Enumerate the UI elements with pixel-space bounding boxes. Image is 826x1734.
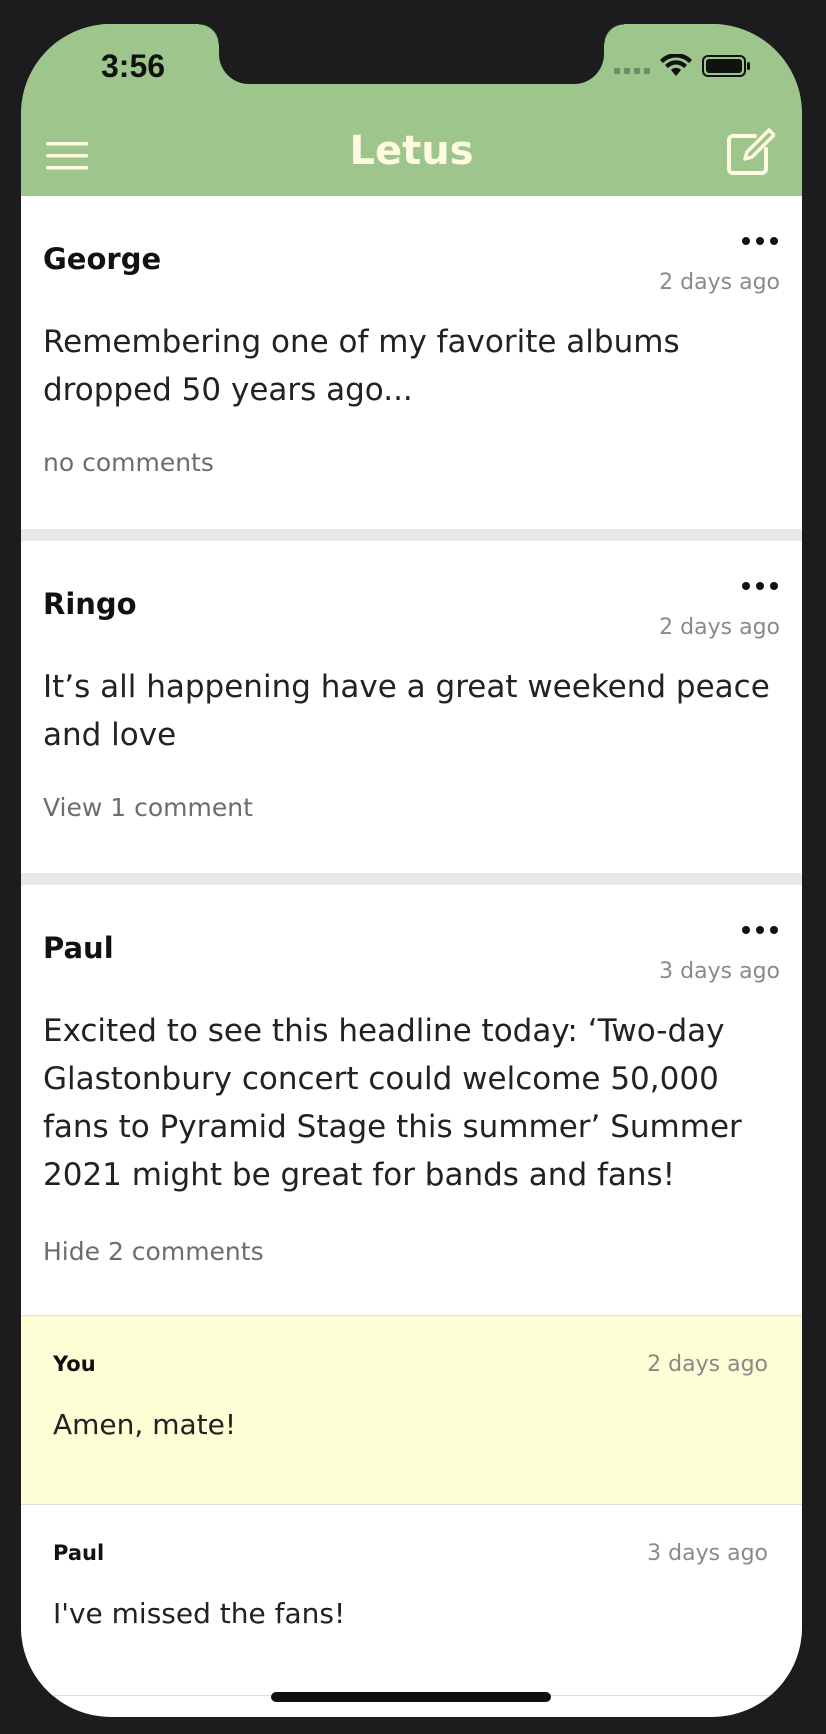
post-timestamp: 3 days ago <box>659 959 780 984</box>
more-options-icon[interactable] <box>740 576 780 596</box>
comment-item: You 2 days ago Amen, mate! <box>21 1315 802 1504</box>
post-author: Ringo <box>43 587 137 621</box>
more-options-icon[interactable] <box>740 920 780 940</box>
cellular-signal-icon <box>614 68 650 74</box>
post-timestamp: 2 days ago <box>659 270 780 295</box>
home-indicator[interactable] <box>271 1692 551 1702</box>
status-time: 3:56 <box>101 48 166 84</box>
post-divider <box>21 873 802 885</box>
device-frame: 3:56 Letus George 2 days ago Remembering… <box>0 0 826 1734</box>
wifi-icon <box>660 54 692 76</box>
post-card: George 2 days ago Remembering one of my … <box>21 196 802 529</box>
device-notch <box>199 24 624 84</box>
post-text: It’s all happening have a great weekend … <box>43 669 770 753</box>
comment-timestamp: 3 days ago <box>647 1541 768 1566</box>
post-timestamp: 2 days ago <box>659 615 780 640</box>
comments-link[interactable]: Hide 2 comments <box>43 1237 264 1266</box>
status-icons <box>614 54 752 78</box>
comment-author: You <box>53 1352 96 1376</box>
comment-timestamp: 2 days ago <box>647 1352 768 1377</box>
app-title: Letus <box>349 128 474 174</box>
more-options-icon[interactable] <box>740 231 780 251</box>
post-author: Paul <box>43 931 114 965</box>
compose-icon[interactable] <box>725 127 775 177</box>
post-card: Paul 3 days ago Excited to see this head… <box>21 885 802 1315</box>
app-screen: 3:56 Letus George 2 days ago Remembering… <box>21 24 802 1717</box>
comment-text: I've missed the fans! <box>53 1597 346 1630</box>
post-author: George <box>43 242 162 276</box>
comment-text: Amen, mate! <box>53 1408 237 1441</box>
battery-icon <box>702 55 750 77</box>
post-divider <box>21 529 802 541</box>
post-text: Excited to see this headline today: ‘Two… <box>43 1013 742 1193</box>
comment-item: Paul 3 days ago I've missed the fans! <box>21 1504 802 1696</box>
comments-link[interactable]: no comments <box>43 448 214 477</box>
feed: George 2 days ago Remembering one of my … <box>21 196 802 1696</box>
post-card: Ringo 2 days ago It’s all happening have… <box>21 541 802 873</box>
post-text: Remembering one of my favorite albums dr… <box>43 324 680 408</box>
comments-link[interactable]: View 1 comment <box>43 793 253 822</box>
comment-author: Paul <box>53 1541 105 1565</box>
app-header: 3:56 Letus <box>21 24 802 196</box>
